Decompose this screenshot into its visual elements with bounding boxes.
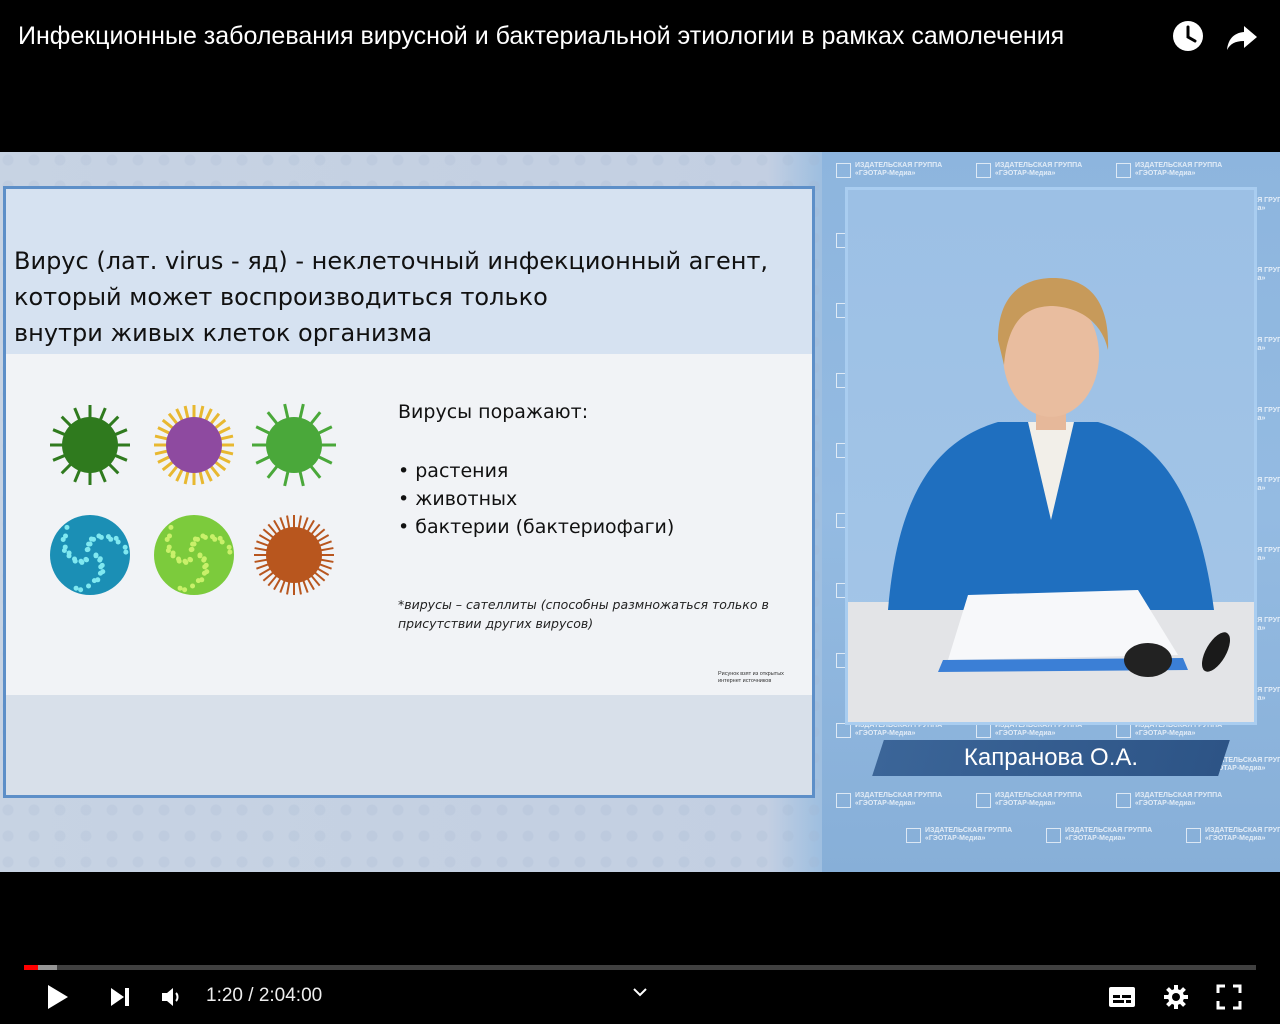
player-controls <box>0 940 1280 1024</box>
brand-watermark: ИЗДАТЕЛЬСКАЯ ГРУППА«ГЭОТАР-Медиа» <box>1046 827 1152 843</box>
player-top-bar: Инфекционные заболевания вирусной и бакт… <box>0 0 1280 72</box>
volume-icon[interactable] <box>160 986 184 1013</box>
subtitles-icon[interactable] <box>1108 985 1136 1014</box>
affects-list: растения животных бактерии (бактериофаги… <box>398 457 674 541</box>
slide-heading: Вирус (лат. virus - яд) - неклеточный ин… <box>14 243 804 351</box>
virus-image <box>50 515 130 595</box>
next-icon[interactable] <box>108 985 132 1014</box>
brand-watermark: ИЗДАТЕЛЬСКАЯ ГРУППА«ГЭОТАР-Медиа» <box>906 827 1012 843</box>
list-item: растения <box>398 457 674 485</box>
brand-watermark: ИЗДАТЕЛЬСКАЯ ГРУППА«ГЭОТАР-Медиа» <box>836 792 942 808</box>
fullscreen-icon[interactable] <box>1216 984 1242 1015</box>
brand-watermark: ИЗДАТЕЛЬСКАЯ ГРУППА«ГЭОТАР-Медиа» <box>1116 792 1222 808</box>
clock-icon[interactable] <box>1170 18 1206 54</box>
speaker-name: Капранова О.А. <box>963 744 1139 771</box>
virus-image <box>154 515 234 595</box>
speaker-video <box>845 187 1257 725</box>
satellite-note: *вирусы – сателлиты (способны размножать… <box>398 597 769 631</box>
list-item: животных <box>398 485 674 513</box>
brand-watermark: ИЗДАТЕЛЬСКАЯ ГРУППА«ГЭОТАР-Медиа» <box>976 792 1082 808</box>
presentation-slide: Вирус (лат. virus - яд) - неклеточный ин… <box>3 186 815 798</box>
brand-watermark: ИЗДАТЕЛЬСКАЯ ГРУППА«ГЭОТАР-Медиа» <box>836 162 942 178</box>
virus-image <box>50 405 130 485</box>
affects-title: Вирусы поражают: <box>398 401 589 423</box>
settings-gear-icon[interactable] <box>1162 983 1190 1016</box>
virus-image <box>254 515 334 595</box>
chevron-down-icon[interactable] <box>630 984 650 1005</box>
progress-bar[interactable] <box>24 965 1256 970</box>
share-arrow-icon[interactable] <box>1224 18 1260 54</box>
slide-heading-line: Вирус (лат. virus - яд) - неклеточный ин… <box>14 247 769 275</box>
duration: 2:04:00 <box>258 985 323 1006</box>
brand-watermark: ИЗДАТЕЛЬСКАЯ ГРУППА«ГЭОТАР-Медиа» <box>1116 162 1222 178</box>
video-title[interactable]: Инфекционные заболевания вирусной и бакт… <box>18 20 1158 52</box>
slide-heading-line: внутри живых клеток организма <box>14 319 433 347</box>
virus-image <box>154 405 234 485</box>
slide-footer-band <box>6 695 812 795</box>
list-item: бактерии (бактериофаги) <box>398 513 674 541</box>
play-icon[interactable] <box>44 982 72 1017</box>
current-time: 1:20 <box>206 985 243 1006</box>
brand-watermark: ИЗДАТЕЛЬСКАЯ ГРУППА«ГЭОТАР-Медиа» <box>1186 827 1280 843</box>
speaker-figure <box>848 278 1254 722</box>
time-display: 1:20 / 2:04:00 <box>206 984 322 1008</box>
virus-illustrations <box>46 401 346 601</box>
slide-heading-line: который может воспроизводиться только <box>14 283 548 311</box>
virus-image <box>252 403 336 487</box>
time-separator: / <box>242 985 259 1006</box>
brand-watermark: ИЗДАТЕЛЬСКАЯ ГРУППА«ГЭОТАР-Медиа» <box>976 162 1082 178</box>
image-credit: Рисунок взят из открытых интернет источн… <box>718 671 784 684</box>
progress-played <box>24 965 38 970</box>
